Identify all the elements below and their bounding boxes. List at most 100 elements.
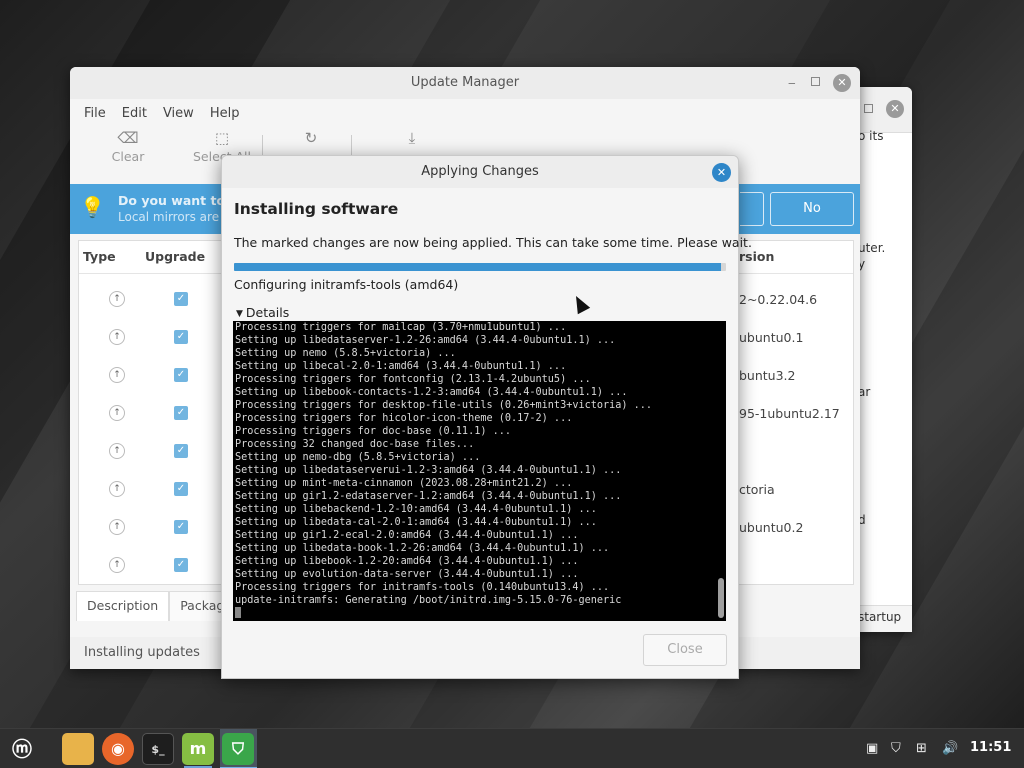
download-icon: ⤓ <box>408 129 416 147</box>
terminal-line: Setting up libedataserverui-1.2-3:amd64 … <box>235 465 622 476</box>
update-manager-icon[interactable]: ⛉ <box>222 733 254 765</box>
close-icon[interactable]: ✕ <box>833 74 851 92</box>
volume-icon[interactable]: 🔊 <box>942 741 958 756</box>
background-text: uter. <box>858 241 886 255</box>
clock[interactable]: 11:51 <box>970 740 1011 755</box>
column-header-upgrade[interactable]: Upgrade <box>145 249 205 264</box>
terminal-line: Processing triggers for doc-base (0.11.1… <box>235 426 512 437</box>
terminal-line: Setting up nemo-dbg (5.8.5+victoria) ... <box>235 452 481 463</box>
terminal-line: Processing triggers for hicolor-icon-the… <box>235 413 573 424</box>
terminal-line: Setting up libebook-1.2-20:amd64 (3.44.4… <box>235 556 579 567</box>
terminal-scrollbar-thumb[interactable] <box>718 578 724 618</box>
upgrade-checkbox[interactable]: ✓ <box>174 406 188 420</box>
version-cell: buntu3.2 <box>739 368 796 383</box>
close-icon[interactable]: ✕ <box>712 163 731 182</box>
terminal-line: Setting up gir1.2-edataserver-1.2:amd64 … <box>235 491 622 502</box>
menu-help[interactable]: Help <box>204 106 246 121</box>
upgrade-type-icon: ↑ <box>109 443 125 459</box>
update-manager-titlebar[interactable]: Update Manager ‒ ✕ <box>70 67 860 99</box>
terminal-line: Setting up libecal-2.0-1:amd64 (3.44.4-0… <box>235 361 567 372</box>
maximize-icon[interactable] <box>864 104 873 113</box>
mintinstall-icon[interactable]: m <box>182 733 214 765</box>
upgrade-checkbox[interactable]: ✓ <box>174 368 188 382</box>
window-title: Update Manager <box>410 75 520 90</box>
menu-file[interactable]: File <box>78 106 112 121</box>
version-cell: 2~0.22.04.6 <box>739 292 818 307</box>
clear-button[interactable]: ⌫ Clear <box>88 127 168 164</box>
column-header-type[interactable]: Type <box>83 249 116 264</box>
terminal-line: Setting up libedataserver-1.2-26:amd64 (… <box>235 335 616 346</box>
no-button[interactable]: No <box>770 192 854 226</box>
close-icon[interactable]: ✕ <box>886 100 904 118</box>
dialog-titlebar[interactable]: Applying Changes ✕ <box>222 156 738 188</box>
tab-description[interactable]: Description <box>76 591 170 621</box>
refresh-icon: ↻ <box>304 129 318 147</box>
terminal-line: Setting up libedata-book-1.2-26:amd64 (3… <box>235 543 610 554</box>
terminal-line: Setting up nemo (5.8.5+victoria) ... <box>235 348 456 359</box>
upgrade-type-icon: ↑ <box>109 557 125 573</box>
terminal-line: update-initramfs: Generating /boot/initr… <box>235 595 622 606</box>
version-cell: ctoria <box>739 482 775 497</box>
menu-bar: File Edit View Help <box>70 99 860 127</box>
shield-icon[interactable]: ⛉ <box>891 741 901 756</box>
terminal-scrollbar-track[interactable] <box>716 321 726 621</box>
upgrade-type-icon: ↑ <box>109 291 125 307</box>
close-button[interactable]: Close <box>643 634 727 666</box>
yes-button[interactable] <box>740 192 764 226</box>
files-icon[interactable] <box>62 733 94 765</box>
upgrade-type-icon: ↑ <box>109 405 125 421</box>
upgrade-checkbox[interactable]: ✓ <box>174 558 188 572</box>
network-icon[interactable]: ⊞ <box>916 741 927 756</box>
upgrade-type-icon: ↑ <box>109 367 125 383</box>
dialog-title: Applying Changes <box>421 164 539 179</box>
terminal-line: Setting up libedata-cal-2.0-1:amd64 (3.4… <box>235 517 597 528</box>
terminal-line: Setting up libebook-contacts-1.2-3:amd64… <box>235 387 628 398</box>
install-updates-button[interactable]: ⤓ <box>372 127 452 149</box>
version-cell: ubuntu0.1 <box>739 330 804 345</box>
refresh-button[interactable]: ↻ <box>271 127 351 149</box>
notification-icon[interactable]: ▣ <box>866 741 878 756</box>
minimize-icon[interactable]: ‒ <box>788 67 796 99</box>
terminal-line: Processing triggers for desktop-file-uti… <box>235 400 653 411</box>
menu-edit[interactable]: Edit <box>116 106 153 121</box>
firefox-icon[interactable]: ◉ <box>102 733 134 765</box>
upgrade-type-icon: ↑ <box>109 481 125 497</box>
details-expander[interactable]: ▼ Details <box>236 305 289 320</box>
upgrade-checkbox[interactable]: ✓ <box>174 330 188 344</box>
terminal-icon[interactable]: $_ <box>142 733 174 765</box>
menu-view[interactable]: View <box>157 106 200 121</box>
terminal-line: Setting up evolution-data-server (3.44.4… <box>235 569 579 580</box>
terminal-line: Processing 32 changed doc-base files... <box>235 439 475 450</box>
detail-tabs: Description Packag <box>76 591 236 621</box>
terminal-line: Processing triggers for mailcap (3.70+nm… <box>235 322 567 333</box>
upgrade-type-icon: ↑ <box>109 329 125 345</box>
version-cell: ubuntu0.2 <box>739 520 804 535</box>
terminal-line: Processing triggers for fontconfig (2.13… <box>235 374 591 385</box>
details-label: Details <box>245 305 290 320</box>
upgrade-checkbox[interactable]: ✓ <box>174 444 188 458</box>
backspace-icon: ⌫ <box>117 129 139 147</box>
dialog-message: The marked changes are now being applied… <box>234 235 752 250</box>
terminal-line: Processing triggers for initramfs-tools … <box>235 582 610 593</box>
progress-status: Configuring initramfs-tools (amd64) <box>234 277 459 292</box>
terminal-line: Setting up gir1.2-ecal-2.0:amd64 (3.44.4… <box>235 530 579 541</box>
column-header-version[interactable]: rsion <box>739 249 774 264</box>
version-cell: 95-1ubuntu2.17 <box>739 406 840 421</box>
upgrade-checkbox[interactable]: ✓ <box>174 292 188 306</box>
terminal-cursor <box>235 607 714 620</box>
upgrade-type-icon: ↑ <box>109 519 125 535</box>
upgrade-checkbox[interactable]: ✓ <box>174 520 188 534</box>
triangle-down-icon: ▼ <box>236 309 243 319</box>
terminal-output[interactable]: Processing triggers for mailcap (3.70+nm… <box>233 321 716 621</box>
install-progress-bar <box>234 263 726 271</box>
terminal-line: Setting up mint-meta-cinnamon (2023.08.2… <box>235 478 573 489</box>
background-footer-text: startup <box>858 610 902 624</box>
progress-fill <box>234 263 722 271</box>
maximize-icon[interactable] <box>811 77 820 86</box>
clear-label: Clear <box>111 149 145 164</box>
infobar-title: Do you want to s <box>118 193 237 208</box>
upgrade-checkbox[interactable]: ✓ <box>174 482 188 496</box>
lightbulb-icon: 💡 <box>80 195 105 219</box>
applying-changes-dialog[interactable]: Applying Changes ✕ Installing software T… <box>221 155 752 679</box>
mint-menu-icon[interactable]: ⓜ <box>6 733 38 765</box>
